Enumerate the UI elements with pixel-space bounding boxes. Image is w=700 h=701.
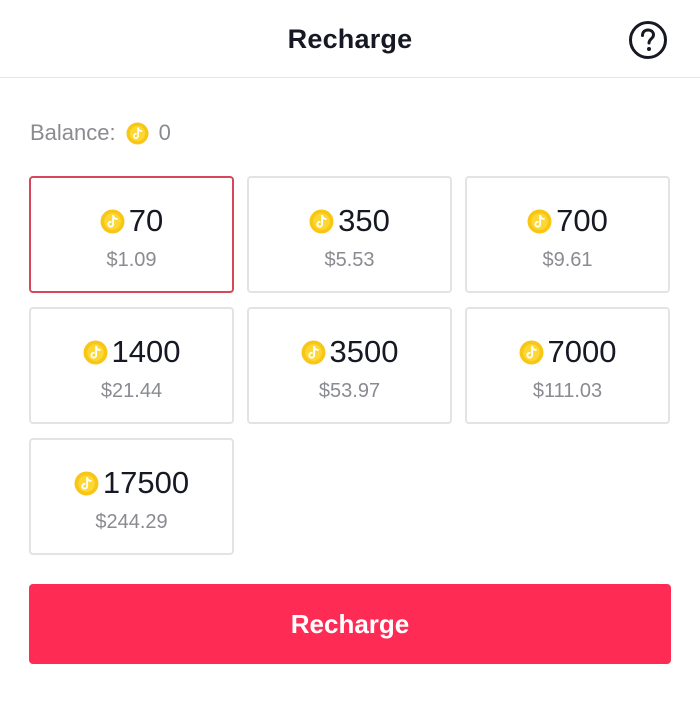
recharge-sheet: Recharge Balance: 0 70 $1.09 350 $5.53 7… <box>0 0 700 701</box>
package-coin-amount: 350 <box>338 203 390 238</box>
coin-icon <box>301 340 326 365</box>
question-circle-icon <box>629 21 667 59</box>
package-price: $21.44 <box>100 380 163 402</box>
coin-icon <box>100 209 125 234</box>
package-price: $5.53 <box>324 249 375 271</box>
package-amount-row: 350 <box>309 204 390 238</box>
coin-package-option[interactable]: 17500 $244.29 <box>29 438 234 555</box>
recharge-button[interactable]: Recharge <box>29 584 671 664</box>
coin-icon <box>519 340 544 365</box>
balance-row: Balance: 0 <box>30 120 171 146</box>
page-title: Recharge <box>287 24 413 54</box>
package-price: $53.97 <box>318 380 381 402</box>
package-amount-row: 70 <box>100 204 163 238</box>
coin-icon <box>309 209 334 234</box>
header: Recharge <box>0 0 700 78</box>
package-coin-amount: 17500 <box>102 465 190 500</box>
package-grid: 70 $1.09 350 $5.53 700 $9.61 1400 $21.44… <box>29 176 671 555</box>
coin-icon <box>527 209 552 234</box>
package-price: $111.03 <box>532 380 603 402</box>
balance-value: 0 <box>158 120 171 145</box>
coin-icon <box>74 471 99 496</box>
package-price: $244.29 <box>95 511 168 533</box>
package-price: $9.61 <box>542 249 593 271</box>
balance-label: Balance: <box>30 120 116 145</box>
package-price: $1.09 <box>106 249 157 271</box>
package-amount-row: 7000 <box>519 334 617 369</box>
package-amount-row: 700 <box>527 204 608 238</box>
coin-package-option[interactable]: 1400 $21.44 <box>29 307 234 424</box>
coin-icon <box>126 121 149 145</box>
package-coin-amount: 3500 <box>329 334 399 369</box>
package-amount-row: 1400 <box>83 334 181 369</box>
coin-package-option[interactable]: 3500 $53.97 <box>247 307 452 424</box>
package-coin-amount: 7000 <box>547 334 617 369</box>
help-button[interactable] <box>628 20 668 60</box>
coin-icon <box>83 340 108 365</box>
package-coin-amount: 1400 <box>111 334 181 369</box>
coin-package-option[interactable]: 70 $1.09 <box>29 176 234 293</box>
package-amount-row: 3500 <box>301 334 399 369</box>
coin-package-option[interactable]: 350 $5.53 <box>247 176 452 293</box>
package-amount-row: 17500 <box>74 466 189 500</box>
package-coin-amount: 700 <box>556 203 608 238</box>
coin-package-option[interactable]: 7000 $111.03 <box>465 307 670 424</box>
package-coin-amount: 70 <box>128 203 164 238</box>
coin-package-option[interactable]: 700 $9.61 <box>465 176 670 293</box>
